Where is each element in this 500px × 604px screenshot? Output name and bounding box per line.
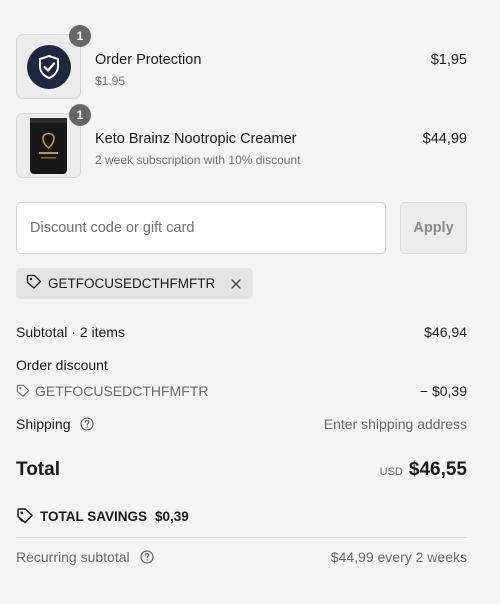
item-subtitle: 2 week subscription with 10% discount xyxy=(95,153,301,167)
product-thumbnail: 1 xyxy=(16,25,91,99)
order-discount-label: Order discount xyxy=(16,357,108,373)
item-price: $1,95 xyxy=(430,52,467,68)
discount-form: Apply xyxy=(16,202,467,254)
tag-icon xyxy=(16,384,30,397)
recurring-value: $44,99 every 2 weeks xyxy=(330,549,467,565)
help-icon[interactable] xyxy=(139,550,154,564)
discount-code-input[interactable] xyxy=(16,202,386,254)
shipping-label: Shipping xyxy=(16,416,71,432)
subtotal-value: $46,94 xyxy=(424,324,467,340)
order-discount-value: − $0,39 xyxy=(419,383,467,399)
applied-code-label: GETFOCUSEDCTHFMFTR xyxy=(48,276,216,291)
savings-value: $0,39 xyxy=(155,508,189,524)
total-savings: TOTAL SAVINGS $0,39 xyxy=(16,507,189,525)
item-name: Keto Brainz Nootropic Creamer xyxy=(95,131,297,147)
line-item-keto-creamer: 1 Keto Brainz Nootropic Creamer 2 week s… xyxy=(16,104,467,179)
subtotal-label: Subtotal · 2 items xyxy=(16,324,125,340)
tag-icon xyxy=(26,274,42,293)
remove-discount-icon[interactable] xyxy=(229,277,243,291)
order-discount-code-text: GETFOCUSEDCTHFMFTR xyxy=(35,383,209,399)
divider xyxy=(16,537,467,538)
quantity-badge: 1 xyxy=(69,25,91,47)
product-bag-image xyxy=(30,118,67,174)
shipping-label-group: Shipping xyxy=(16,416,94,432)
recurring-label: Recurring subtotal xyxy=(16,549,130,565)
total-value: $46,55 xyxy=(408,459,467,480)
total-label: Total xyxy=(16,459,60,480)
total-value-group: USD $46,55 xyxy=(380,459,467,481)
item-price: $44,99 xyxy=(422,131,467,147)
total-row: Total USD $46,55 xyxy=(16,459,467,485)
recurring-label-group: Recurring subtotal xyxy=(16,549,154,565)
item-name: Order Protection xyxy=(95,52,202,68)
shield-check-icon xyxy=(27,45,71,89)
applied-discount-chip: GETFOCUSEDCTHFMFTR xyxy=(16,268,254,299)
shipping-value: Enter shipping address xyxy=(323,416,467,432)
help-icon[interactable] xyxy=(80,417,94,431)
product-thumbnail: 1 xyxy=(16,104,91,178)
order-summary: 1 Order Protection $1.95 $1,95 1 Keto Br… xyxy=(0,0,500,604)
total-currency: USD xyxy=(379,466,403,478)
item-subtitle: $1.95 xyxy=(95,74,126,88)
line-item-order-protection: 1 Order Protection $1.95 $1,95 xyxy=(16,25,467,100)
quantity-badge: 1 xyxy=(69,104,91,126)
apply-discount-button[interactable]: Apply xyxy=(400,202,467,254)
savings-label: TOTAL SAVINGS xyxy=(40,508,148,524)
tag-icon xyxy=(17,508,33,524)
order-discount-code: GETFOCUSEDCTHFMFTR xyxy=(16,383,208,399)
